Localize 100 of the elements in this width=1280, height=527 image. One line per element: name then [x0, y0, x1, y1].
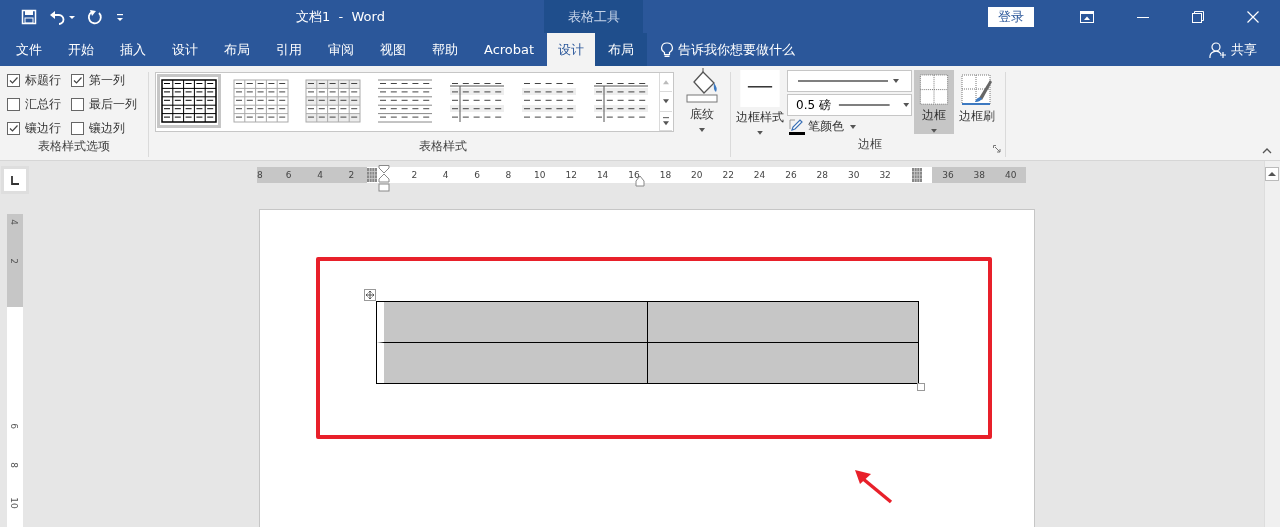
ruler-number: 16 — [628, 170, 640, 180]
pen-weight-value: 0.5 磅 — [796, 96, 831, 114]
ruler-number: 2 — [8, 258, 19, 264]
ruler-number: 30 — [848, 170, 860, 180]
checkbox-label: 第一列 — [89, 72, 125, 89]
tell-me-text: 告诉我你想要做什么 — [678, 40, 796, 59]
ruler-number: 32 — [879, 170, 891, 180]
pen-icon — [789, 118, 805, 135]
checkbox-label: 镶边列 — [89, 120, 125, 137]
ruler-number: 4 — [317, 170, 323, 180]
line-style-dropdown[interactable] — [787, 70, 912, 92]
ribbon-tab[interactable]: 审阅 — [315, 33, 367, 66]
checkmark-icon — [8, 123, 19, 134]
border-painter-button[interactable]: 边框刷 — [956, 70, 998, 136]
checkbox[interactable] — [7, 98, 20, 111]
group-label: 表格样式选项 — [37, 138, 111, 155]
checkbox-label: 标题行 — [25, 72, 61, 89]
ribbon-tab[interactable]: Acrobat — [471, 33, 548, 66]
line-sample-icon — [739, 70, 781, 108]
margin-marker-icon[interactable] — [911, 168, 922, 182]
table-cell[interactable] — [647, 343, 918, 383]
tab-stop-selector-icon[interactable] — [1, 166, 29, 194]
border-brush-icon — [961, 74, 993, 106]
ruler-number: 40 — [1004, 170, 1017, 180]
undo-icon[interactable] — [49, 8, 75, 25]
borders-grid-icon — [919, 74, 949, 106]
vertical-scrollbar[interactable] — [1264, 161, 1280, 527]
ruler-number: 26 — [785, 170, 797, 180]
checkbox[interactable] — [71, 122, 84, 135]
ruler-number: 2 — [411, 170, 418, 180]
dropdown-caret-icon — [698, 127, 706, 133]
ribbon-tab[interactable]: 插入 — [107, 33, 159, 66]
checkbox[interactable] — [71, 74, 84, 87]
checkbox[interactable] — [7, 122, 20, 135]
ribbon-tab[interactable]: 布局 — [595, 33, 648, 66]
ruler-number: 10 — [534, 170, 546, 180]
checkbox[interactable] — [7, 74, 20, 87]
checkmark-icon — [8, 75, 19, 86]
restore-icon[interactable] — [1192, 10, 1204, 23]
ruler-number: 10 — [8, 497, 19, 509]
borders-button[interactable]: 边框 — [914, 70, 954, 134]
checkbox[interactable] — [71, 98, 84, 111]
pen-weight-dropdown[interactable]: 0.5 磅 — [787, 94, 912, 116]
ruler-number: 2 — [348, 170, 355, 180]
collapse-ribbon-icon[interactable] — [1262, 148, 1272, 154]
ruler-number: 36 — [942, 170, 954, 180]
indent-marker-icon[interactable] — [378, 165, 390, 193]
shading-button[interactable]: 底纹 — [683, 68, 721, 138]
table-resize-handle[interactable] — [917, 383, 925, 391]
window-title: 文档1 - Word — [296, 8, 385, 26]
table-cell[interactable] — [647, 302, 918, 343]
tell-me-search[interactable]: 告诉我你想要做什么 — [661, 33, 796, 66]
share-button[interactable]: 共享 — [1209, 33, 1257, 66]
ruler-number: 6 — [8, 423, 19, 429]
ribbon-display-options-icon[interactable] — [1080, 10, 1094, 23]
ribbon-tab[interactable]: 设计 — [159, 33, 211, 66]
share-label: 共享 — [1231, 40, 1257, 59]
person-add-icon — [1209, 41, 1227, 58]
dropdown-caret-icon — [756, 130, 764, 136]
margin-marker-icon[interactable] — [367, 168, 378, 182]
ruler-number: 6 — [474, 170, 480, 180]
ruler-number: 14 — [596, 170, 609, 180]
scroll-up-icon[interactable] — [1265, 167, 1279, 181]
checkbox-label: 汇总行 — [25, 96, 61, 113]
ribbon-tab[interactable]: 视图 — [367, 33, 419, 66]
dropdown-caret-icon — [849, 123, 857, 130]
ribbon-tab[interactable]: 设计 — [547, 33, 596, 66]
table-style-thumbnail[interactable] — [157, 74, 221, 128]
ruler-number: 20 — [691, 170, 703, 180]
save-icon[interactable] — [21, 8, 37, 25]
ribbon-tab[interactable]: 开始 — [55, 33, 107, 66]
annotation-arrow — [853, 468, 893, 504]
group-label: 边框 — [858, 136, 882, 153]
pen-color-button[interactable]: 笔颜色 — [787, 118, 912, 135]
border-styles-button[interactable]: 边框样式 — [735, 70, 785, 136]
close-icon[interactable] — [1247, 10, 1259, 23]
ribbon-tab[interactable]: 布局 — [211, 33, 263, 66]
ruler-number: 12 — [565, 170, 577, 180]
ruler-number: 8 — [505, 170, 512, 180]
ruler-number: 24 — [753, 170, 766, 180]
ruler-number: 6 — [285, 170, 292, 180]
ribbon-tab[interactable]: 帮助 — [419, 33, 471, 66]
dialog-launcher-icon[interactable] — [993, 145, 1001, 153]
redo-icon[interactable] — [87, 8, 103, 25]
checkmark-icon — [72, 75, 83, 86]
checkbox-label: 最后一列 — [89, 96, 137, 113]
ruler-number: 28 — [816, 170, 829, 180]
ribbon-tab[interactable]: 引用 — [263, 33, 315, 66]
ruler-number: 4 — [442, 170, 449, 180]
dropdown-caret-icon — [930, 128, 938, 134]
table-cell[interactable] — [377, 302, 648, 343]
lightbulb-icon — [661, 41, 674, 58]
checkbox-label: 镶边行 — [25, 120, 61, 137]
login-button[interactable]: 登录 — [988, 6, 1034, 27]
table-move-handle-icon[interactable] — [364, 289, 376, 301]
ruler-number: 18 — [659, 170, 672, 180]
ruler-number: 8 — [8, 462, 19, 468]
ribbon-tab[interactable]: 文件 — [3, 33, 55, 66]
group-label: 表格样式 — [417, 138, 468, 155]
ruler-number: 22 — [722, 170, 734, 180]
